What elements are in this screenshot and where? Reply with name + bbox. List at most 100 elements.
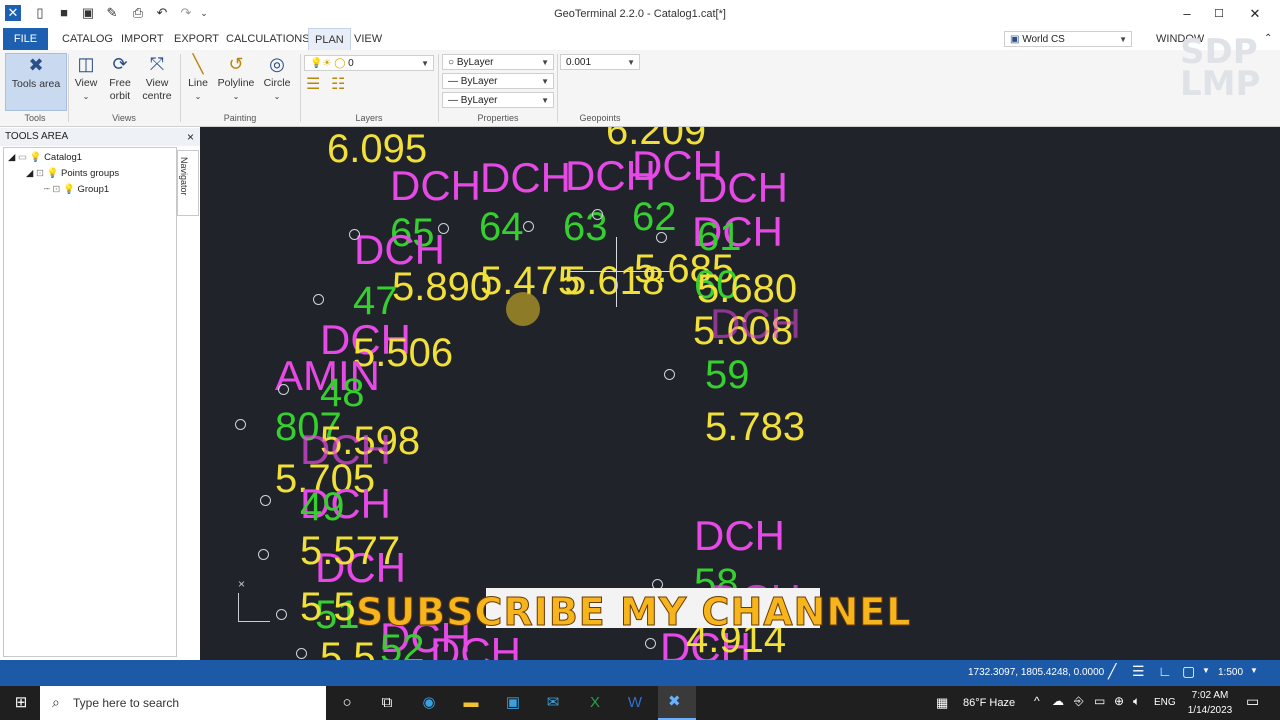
taskbar: ⊞ ⌕ Type here to search ○ ⧉ ◉ ▬ ▣ ✉ X W … (0, 686, 1280, 720)
chevron-down-icon: ▼ (421, 59, 429, 68)
group-label-views: Views (112, 113, 136, 123)
navigator-tab[interactable]: Navigator (177, 150, 199, 216)
ortho-icon[interactable]: ∟ (1158, 663, 1172, 679)
battery-icon[interactable]: ▭ (1094, 694, 1105, 708)
scale-value[interactable]: 1:500 (1218, 667, 1243, 678)
survey-point[interactable] (349, 229, 360, 240)
menu-import[interactable]: IMPORT (115, 28, 170, 50)
clock-time[interactable]: 7:02 AM (1186, 690, 1234, 701)
line-button[interactable]: ╲ Line ⌄ (184, 53, 212, 103)
drawing-canvas[interactable]: 6.095 6.209 DCH DCH DCH DCH DCH 65 64 63… (200, 127, 1280, 660)
notifications-icon[interactable]: ▭ (1246, 693, 1259, 710)
close-panel-icon[interactable]: × (187, 128, 194, 146)
survey-point[interactable] (296, 648, 307, 659)
menu-calculations[interactable]: CALCULATIONS (220, 28, 316, 50)
crosshair-vertical (616, 237, 617, 307)
task-view-icon[interactable]: ⧉ (376, 692, 398, 714)
menu-file[interactable]: FILE (3, 28, 48, 50)
maximize-button[interactable]: ☐ (1204, 4, 1234, 24)
survey-point[interactable] (258, 549, 269, 560)
excel-icon[interactable]: X (584, 692, 606, 714)
weather-text[interactable]: 86°F Haze (963, 697, 1015, 709)
chevron-down-icon: ⌄ (273, 92, 281, 101)
elevation-label: 5.890 (392, 265, 493, 309)
elevation-label: 5.577 (300, 529, 401, 573)
point-id-label: 47 (353, 279, 398, 323)
status-bar: 1732.3097, 1805.4248, 0.0000 ╱ ☰ ∟ ▢ ▼ 1… (0, 660, 1280, 686)
lineweight-icon[interactable]: ☰ (1132, 663, 1145, 680)
clock-date[interactable]: 1/14/2023 (1183, 705, 1237, 716)
tools-area-tree: ◢ ▭ 💡 Catalog1 ◢ ⊡ 💡 Points groups ┈ ⊡ 💡… (3, 147, 177, 657)
store-icon[interactable]: ▣ (502, 692, 524, 714)
survey-point[interactable] (664, 369, 675, 380)
circle-button[interactable]: ◎ Circle ⌄ (260, 53, 294, 103)
ribbon-separator (300, 54, 301, 122)
layer-match-icon[interactable]: ☷ (331, 74, 345, 94)
chevron-down-icon: ▼ (541, 77, 549, 86)
survey-point[interactable] (656, 232, 667, 243)
tree-item-points-groups[interactable]: ◢ ⊡ 💡 Points groups (26, 168, 119, 179)
point-id-label: 64 (479, 205, 524, 249)
survey-point[interactable] (276, 609, 287, 620)
language-indicator[interactable]: ENG (1154, 697, 1176, 708)
menu-export[interactable]: EXPORT (168, 28, 225, 50)
scale-dropdown-icon[interactable]: ▼ (1250, 666, 1258, 675)
code-label: DCH (390, 162, 481, 209)
survey-point[interactable] (592, 209, 603, 220)
network-icon[interactable]: ⊕ (1114, 694, 1124, 708)
geopoint-precision-select[interactable]: 0.001 ▼ (560, 54, 640, 70)
taskbar-search-box[interactable]: ⌕ Type here to search (40, 686, 326, 720)
weather-icon[interactable]: ▦ (936, 695, 948, 711)
usb-icon[interactable]: ⎆ (1074, 694, 1084, 709)
menu-catalog[interactable]: CATALOG (56, 28, 119, 50)
edge-icon[interactable]: ◉ (418, 692, 440, 714)
close-button[interactable]: ✕ (1240, 4, 1270, 24)
survey-point[interactable] (523, 221, 534, 232)
survey-point[interactable] (313, 294, 324, 305)
volume-icon[interactable]: 🔈︎ (1133, 694, 1140, 709)
linetype-select[interactable]: — ByLayer ▼ (442, 73, 554, 89)
ribbon: ✖ Tools area Tools ◫ View ⌄ ⟳ Free orbit ⤧ V… (0, 35, 1280, 127)
survey-point[interactable] (260, 495, 271, 506)
word-icon[interactable]: W (624, 692, 646, 714)
survey-point[interactable] (278, 384, 289, 395)
survey-point[interactable] (438, 223, 449, 234)
layer-select[interactable]: 💡☀ ◯ 0 ▼ (304, 55, 434, 71)
tools-icon: ✖ (28, 55, 44, 75)
chevron-down-icon[interactable]: ▼ (1202, 666, 1210, 675)
color-select[interactable]: ○ ByLayer ▼ (442, 54, 554, 70)
collapse-ribbon-icon[interactable]: ⌃ (1258, 28, 1278, 50)
cortana-icon[interactable]: ○ (336, 692, 358, 714)
line-label: Line (188, 77, 208, 89)
menu-view[interactable]: VIEW (348, 28, 388, 50)
coordinate-system-select[interactable]: ▣ World CS ▼ (1004, 31, 1132, 47)
channel-watermark: SDP LMP (1180, 32, 1261, 105)
circle-label: Circle (263, 77, 291, 89)
file-explorer-icon[interactable]: ▬ (460, 692, 482, 714)
view-button[interactable]: ◫ View ⌄ (72, 53, 100, 103)
tree-item-catalog[interactable]: ◢ ▭ 💡 Catalog1 (8, 152, 82, 163)
viewport-icon[interactable]: ▢ (1182, 663, 1195, 680)
menu-plan[interactable]: PLAN (308, 28, 351, 50)
polyline-button[interactable]: ↺ Polyline ⌄ (215, 53, 257, 103)
code-label: DCH (710, 300, 801, 347)
line-mode-icon[interactable]: ╱ (1108, 663, 1116, 680)
mail-icon[interactable]: ✉ (542, 692, 564, 714)
layer-manager-icon[interactable]: ☰ (306, 74, 320, 94)
cloud-icon[interactable]: ☁ (1052, 694, 1064, 708)
view-centre-button[interactable]: ⤧ View centre (140, 53, 174, 103)
group-label-tools: Tools (24, 113, 46, 123)
geopoint-precision-value: 0.001 (566, 57, 592, 68)
windows-start-icon[interactable]: ⊞ (10, 692, 32, 714)
survey-point[interactable] (645, 638, 656, 649)
survey-point[interactable] (235, 419, 246, 430)
tray-expand-icon[interactable]: ^ (1034, 694, 1040, 708)
lineweight-select[interactable]: — ByLayer ▼ (442, 92, 554, 108)
tools-area-button[interactable]: ✖ Tools area (5, 53, 67, 111)
polyline-icon: ↺ (228, 54, 244, 74)
tree-item-group1[interactable]: ┈ ⊡ 💡 Group1 (44, 184, 109, 195)
minimize-button[interactable]: – (1172, 4, 1202, 24)
free-orbit-button[interactable]: ⟳ Free orbit (104, 53, 136, 103)
chevron-down-icon: ▼ (1119, 35, 1127, 44)
geoterminal-taskbar-button[interactable]: ✖ (658, 686, 696, 720)
